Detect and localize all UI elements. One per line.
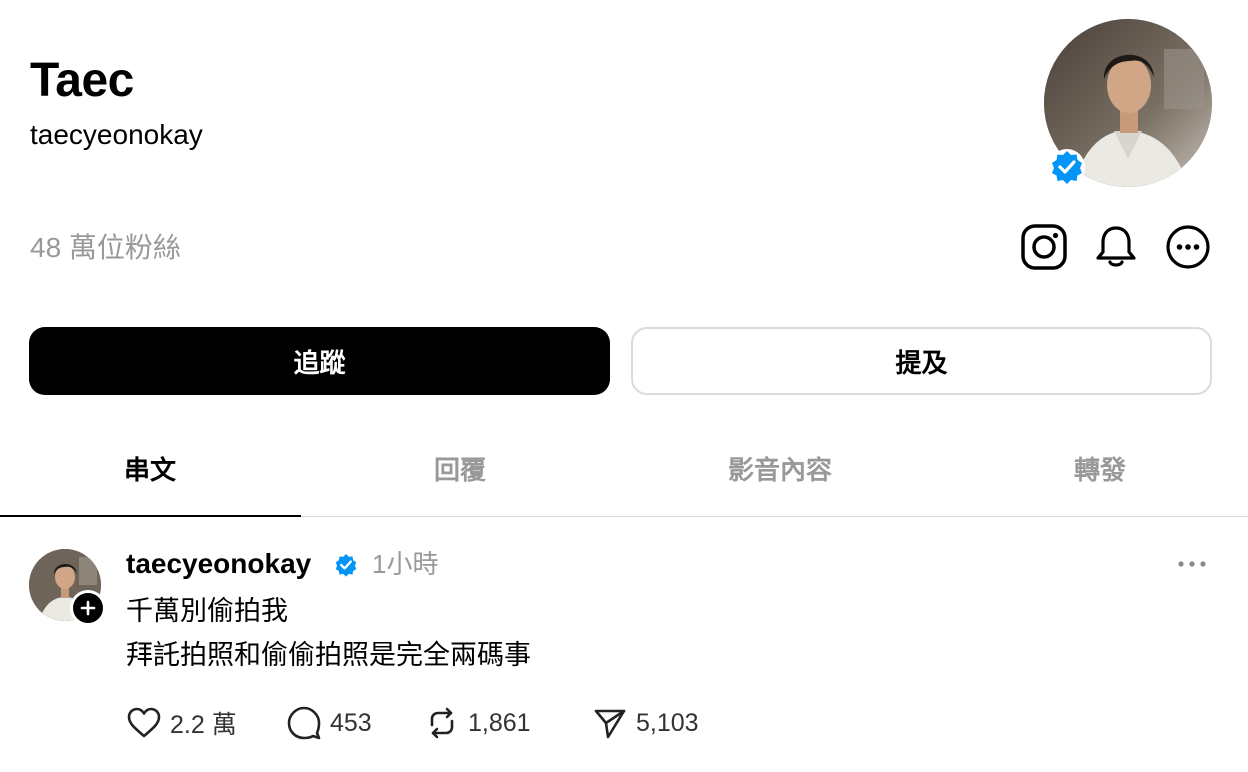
repost-button[interactable]: 1,861 (424, 703, 531, 743)
mention-button[interactable]: 提及 (631, 327, 1212, 395)
reply-button[interactable]: 453 (286, 703, 372, 743)
tab-media[interactable]: 影音內容 (630, 448, 930, 488)
share-button[interactable]: 5,103 (592, 703, 699, 743)
active-tab-indicator (0, 515, 301, 517)
tab-threads[interactable]: 串文 (0, 448, 300, 488)
like-button[interactable]: 2.2 萬 (126, 703, 237, 743)
tab-replies[interactable]: 回覆 (310, 448, 610, 488)
follow-plus-icon[interactable] (70, 590, 106, 626)
follower-count[interactable]: 48 萬位粉絲 (30, 230, 181, 266)
reply-count: 453 (330, 708, 372, 737)
post-text-line: 千萬別偷拍我 (126, 596, 288, 626)
bell-icon[interactable] (1092, 223, 1140, 271)
heart-icon (127, 707, 161, 738)
verified-icon (333, 552, 359, 578)
tab-reposts[interactable]: 轉發 (950, 448, 1248, 488)
post-username[interactable]: taecyeonokay (126, 546, 311, 582)
verified-icon (1048, 148, 1086, 186)
repost-icon (430, 707, 454, 739)
share-count: 5,103 (636, 708, 699, 737)
comment-icon (287, 706, 321, 740)
profile-username: taecyeonokay (30, 119, 203, 150)
more-icon[interactable] (1164, 223, 1212, 271)
share-icon (594, 709, 626, 739)
follow-button[interactable]: 追蹤 (29, 327, 610, 395)
like-count: 2.2 萬 (170, 711, 237, 739)
post-text-line: 拜託拍照和偷偷拍照是完全兩碼事 (126, 640, 531, 670)
profile-display-name: Taec (30, 54, 134, 107)
post-timestamp[interactable]: 1小時 (372, 546, 438, 582)
instagram-icon[interactable] (1020, 223, 1068, 271)
post-more-icon[interactable] (1172, 552, 1212, 576)
repost-count: 1,861 (468, 708, 531, 737)
